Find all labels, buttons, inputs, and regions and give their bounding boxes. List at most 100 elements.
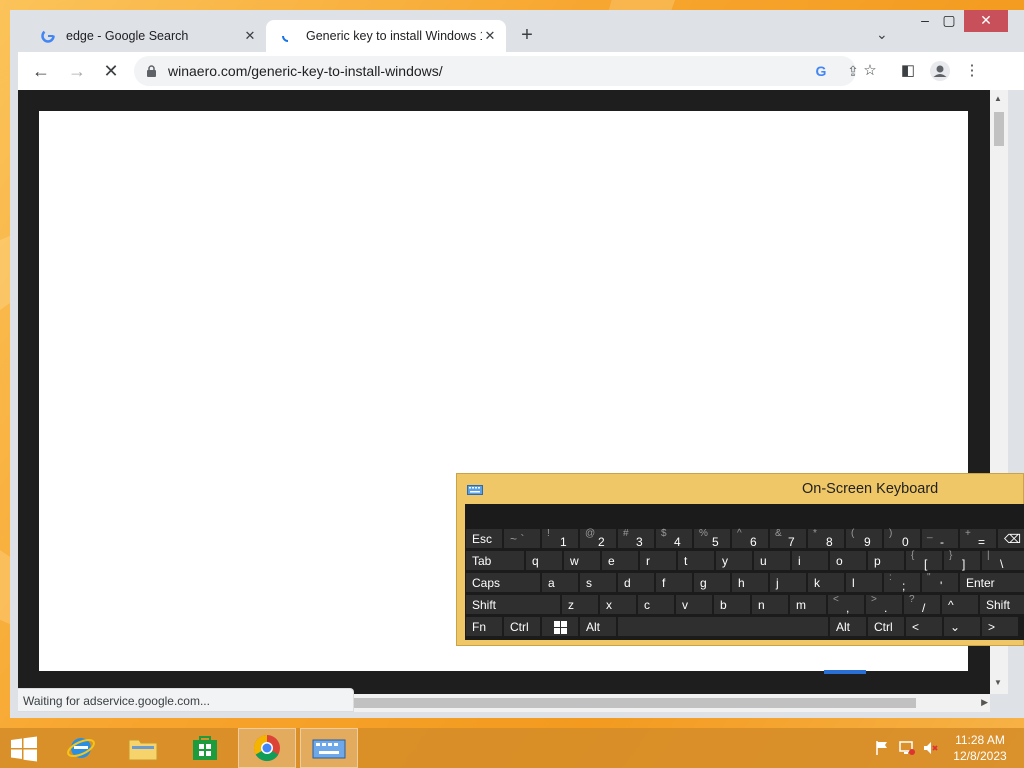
osk-title-bar[interactable]: On-Screen Keyboard (457, 474, 1023, 504)
key--[interactable]: ~ ` (503, 528, 541, 549)
key-t[interactable]: t (677, 550, 715, 571)
chrome-icon[interactable] (238, 728, 296, 768)
key-shift[interactable]: Shift (465, 594, 561, 615)
key-7[interactable]: & 7 (769, 528, 807, 549)
maximize-button[interactable]: ▢ (934, 10, 964, 32)
key-v[interactable]: v (675, 594, 713, 615)
key-2[interactable]: @2 (579, 528, 617, 549)
key-s[interactable]: s (579, 572, 617, 593)
profile-avatar-icon[interactable] (930, 61, 950, 81)
tab-search-chevron-icon[interactable]: ⌄ (876, 26, 888, 43)
key--[interactable]: {[ (905, 550, 943, 571)
system-clock[interactable]: 11:28 AM 12/8/2023 (948, 732, 1012, 764)
side-panel-icon[interactable]: ◧ (898, 61, 918, 81)
network-icon[interactable] (898, 740, 916, 756)
key-windows[interactable] (541, 616, 579, 637)
key-p[interactable]: p (867, 550, 905, 571)
key-x[interactable]: x (599, 594, 637, 615)
key-enter[interactable]: Enter (959, 572, 1024, 593)
back-button[interactable]: ← (28, 58, 54, 84)
key--[interactable]: }] (943, 550, 981, 571)
key-5[interactable]: % 5 (693, 528, 731, 549)
key-u[interactable]: u (753, 550, 791, 571)
scroll-up-arrow-icon[interactable]: ▲ (994, 94, 1002, 103)
key-9[interactable]: (9 (845, 528, 883, 549)
key-shift[interactable]: Shift (979, 594, 1024, 615)
key-e[interactable]: e (601, 550, 639, 571)
key--[interactable]: ⌄ (943, 616, 981, 637)
key-r[interactable]: r (639, 550, 677, 571)
tab-generic-key[interactable]: Generic key to install Windows 1( ✕ (266, 20, 506, 52)
on-screen-keyboard-icon[interactable] (300, 728, 358, 768)
tab-google-search[interactable]: edge - Google Search ✕ (26, 20, 266, 52)
key-m[interactable]: m (789, 594, 827, 615)
close-tab-icon[interactable]: ✕ (242, 28, 258, 44)
key--[interactable]: _ - (921, 528, 959, 549)
key-b[interactable]: b (713, 594, 751, 615)
key-8[interactable]: * 8 (807, 528, 845, 549)
key-label: q (532, 554, 539, 568)
key-h[interactable]: h (731, 572, 769, 593)
close-window-button[interactable]: ✕ (964, 10, 1008, 32)
key-ctrl[interactable]: Ctrl (503, 616, 541, 637)
key--[interactable]: " ' (921, 572, 959, 593)
google-g-icon (40, 28, 56, 44)
key-f[interactable]: f (655, 572, 693, 593)
key--[interactable]: >. (865, 594, 903, 615)
new-tab-button[interactable]: + (516, 25, 538, 45)
key-alt[interactable]: Alt (579, 616, 617, 637)
store-icon[interactable] (176, 728, 234, 768)
key-4[interactable]: $4 (655, 528, 693, 549)
key--[interactable]: ? / (903, 594, 941, 615)
key--[interactable]: <, (827, 594, 865, 615)
scroll-thumb[interactable] (994, 112, 1004, 146)
key-n[interactable]: n (751, 594, 789, 615)
bookmark-star-icon[interactable]: ☆ (860, 61, 880, 81)
key--[interactable]: :; (883, 572, 921, 593)
key-1[interactable]: ! 1 (541, 528, 579, 549)
internet-explorer-icon[interactable] (52, 728, 110, 768)
close-tab-icon[interactable]: ✕ (482, 28, 498, 44)
key-ctrl[interactable]: Ctrl (867, 616, 905, 637)
key--[interactable]: + = (959, 528, 997, 549)
scroll-thumb[interactable] (348, 698, 916, 708)
scroll-down-arrow-icon[interactable]: ▼ (994, 678, 1002, 687)
key-d[interactable]: d (617, 572, 655, 593)
kebab-menu-icon[interactable]: ⋮ (962, 61, 982, 81)
key-k[interactable]: k (807, 572, 845, 593)
address-bar[interactable]: winaero.com/generic-key-to-install-windo… (134, 56, 859, 86)
google-lens-icon[interactable]: G (812, 62, 830, 80)
stop-loading-button[interactable]: ✕ (98, 58, 124, 84)
key-tab[interactable]: Tab (465, 550, 525, 571)
key-a[interactable]: a (541, 572, 579, 593)
key--[interactable]: > (981, 616, 1019, 637)
key-3[interactable]: #3 (617, 528, 655, 549)
scroll-right-arrow-icon[interactable]: ▶ (981, 697, 988, 708)
key-q[interactable]: q (525, 550, 563, 571)
forward-button[interactable]: → (64, 58, 90, 84)
key-g[interactable]: g (693, 572, 731, 593)
key--[interactable]: ^ (941, 594, 979, 615)
key-l[interactable]: l (845, 572, 883, 593)
key--[interactable]: | \ (981, 550, 1024, 571)
key-space[interactable] (617, 616, 829, 637)
key-y[interactable]: y (715, 550, 753, 571)
key-c[interactable]: c (637, 594, 675, 615)
key-o[interactable]: o (829, 550, 867, 571)
key--[interactable]: < (905, 616, 943, 637)
key-6[interactable]: ^ 6 (731, 528, 769, 549)
key-w[interactable]: w (563, 550, 601, 571)
volume-muted-icon[interactable] (922, 740, 940, 756)
key-fn[interactable]: Fn (465, 616, 503, 637)
key--[interactable]: ⌫ (997, 528, 1024, 549)
key-alt[interactable]: Alt (829, 616, 867, 637)
file-explorer-icon[interactable] (114, 728, 172, 768)
key-i[interactable]: i (791, 550, 829, 571)
key-j[interactable]: j (769, 572, 807, 593)
action-center-flag-icon[interactable] (874, 740, 892, 756)
windows-start-button[interactable] (10, 736, 38, 762)
key-caps[interactable]: Caps (465, 572, 541, 593)
key-esc[interactable]: Esc (465, 528, 503, 549)
key-0[interactable]: ) 0 (883, 528, 921, 549)
key-z[interactable]: z (561, 594, 599, 615)
